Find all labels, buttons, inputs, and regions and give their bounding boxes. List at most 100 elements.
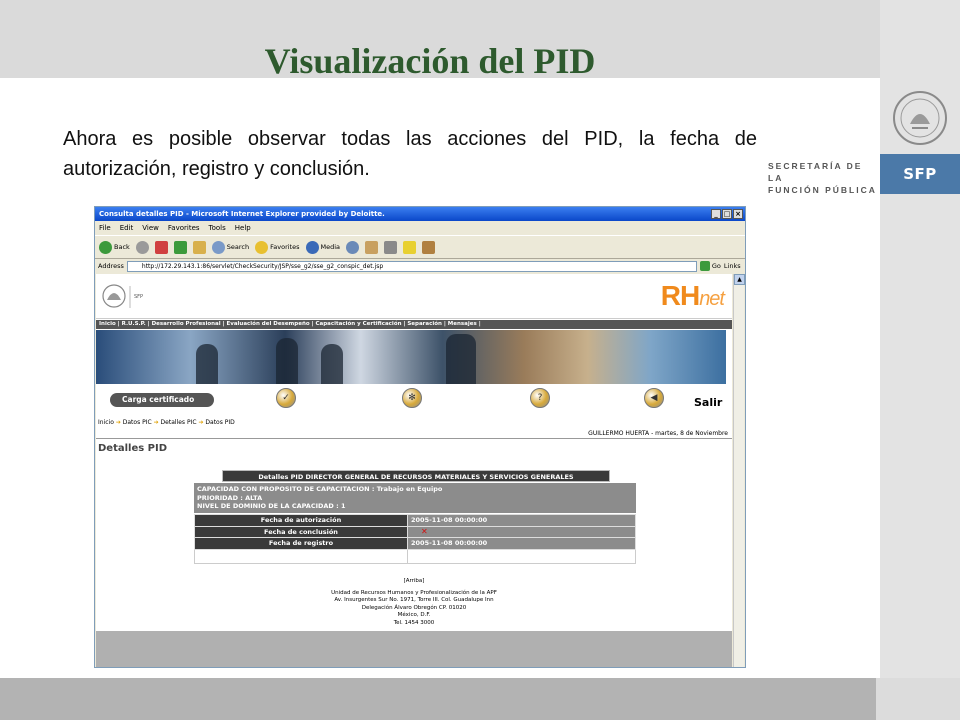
discuss-button[interactable] [422, 240, 436, 254]
page-header: SFP RHnet [96, 274, 732, 319]
home-icon [192, 240, 206, 254]
rhnet-brand: RH [660, 280, 700, 311]
svg-text:SFP: SFP [134, 294, 143, 300]
minimize-icon[interactable]: _ [711, 209, 721, 219]
capacidad-box: CAPACIDAD CON PROPOSITO DE CAPACITACION … [194, 483, 636, 513]
red-x-icon: ✕ [421, 527, 428, 537]
print-button[interactable] [384, 240, 398, 254]
address-input[interactable]: http://172.29.143.1:86/servlet/CheckSecu… [126, 260, 697, 272]
menu-view[interactable]: View [142, 221, 159, 235]
fecha-registro-value: 2005-11-08 00:00:00 [407, 537, 636, 550]
banner-image [96, 330, 726, 384]
gear-icon[interactable]: ✻ [402, 388, 422, 408]
breadcrumb-arrow-icon: ➔ [115, 419, 123, 426]
banner-figure [196, 344, 218, 384]
scroll-up-icon[interactable]: ▲ [734, 274, 745, 285]
print-icon [384, 240, 398, 254]
breadcrumb: Inicio ➔ Datos PIC ➔ Detalles PIC ➔ Dato… [98, 419, 235, 426]
refresh-icon [173, 240, 187, 254]
address-label: Address [98, 262, 124, 270]
fecha-registro-label: Fecha de registro [194, 537, 408, 550]
go-label: Go [711, 262, 721, 270]
table-row [194, 548, 636, 564]
links-label[interactable]: Links [724, 262, 741, 270]
exit-icon[interactable]: ◀ [644, 388, 664, 408]
discuss-icon [422, 240, 436, 254]
home-button[interactable] [192, 240, 206, 254]
media-button[interactable]: Media [305, 240, 341, 254]
media-icon [305, 240, 319, 254]
favorites-label: Favorites [270, 243, 300, 251]
slide-body: Ahora es posible observar todas las acci… [63, 128, 757, 180]
org-name: SECRETARÍA DE LA FUNCIÓN PÚBLICA [768, 160, 878, 196]
menu-edit[interactable]: Edit [120, 221, 134, 235]
sfp-logo-icon: SFP [102, 284, 143, 308]
footer-line: Unidad de Recursos Humanos y Profesional… [331, 589, 497, 596]
search-label: Search [226, 243, 250, 251]
window-titlebar: Consulta detalles PID - Microsoft Intern… [95, 207, 745, 221]
org-name-line2: FUNCIÓN PÚBLICA [768, 185, 877, 195]
breadcrumb-datos-pic[interactable]: Datos PIC [123, 419, 152, 426]
mail-icon [365, 240, 379, 254]
check-icon[interactable]: ✓ [276, 388, 296, 408]
browser-window: Consulta detalles PID - Microsoft Intern… [94, 206, 746, 668]
back-label: Back [114, 243, 130, 251]
stop-button[interactable] [154, 240, 168, 254]
banner-figure [276, 338, 298, 384]
stop-icon [154, 240, 168, 254]
edit-button[interactable] [403, 240, 417, 254]
sfp-badge: SFP [880, 154, 960, 194]
maximize-icon[interactable]: □ [722, 209, 732, 219]
rhnet-suffix: net [699, 288, 725, 310]
refresh-button[interactable] [173, 240, 187, 254]
prioridad-line: PRIORIDAD : ALTA [197, 493, 263, 502]
search-icon [211, 240, 225, 254]
go-button[interactable]: Go [699, 261, 721, 271]
vertical-scrollbar[interactable]: ▲ [733, 274, 745, 667]
footer-line: México, D.F. [397, 612, 431, 618]
table-row: Fecha de autorización 2005-11-08 00:00:0… [194, 514, 636, 527]
capacidad-line: CAPACIDAD CON PROPOSITO DE CAPACITACION … [197, 485, 443, 493]
empty-cell [407, 548, 636, 564]
banner-figure [321, 344, 343, 384]
menu-favorites[interactable]: Favorites [168, 221, 200, 235]
rhnet-logo: RHnet [660, 280, 725, 312]
org-name-line1: SECRETARÍA DE LA [768, 161, 863, 183]
breadcrumb-inicio[interactable]: Inicio [98, 419, 114, 426]
browser-toolbar: Back Search Favorites Media [95, 235, 745, 259]
menu-tools[interactable]: Tools [209, 221, 226, 235]
page-footer: [Arriba] Unidad de Recursos Humanos y Pr… [96, 578, 732, 627]
details-table: Fecha de autorización 2005-11-08 00:00:0… [194, 514, 636, 564]
salir-link[interactable]: Salir [694, 396, 722, 409]
forward-arrow-icon [135, 240, 149, 254]
carga-certificado-button[interactable]: Carga certificado [110, 393, 214, 407]
mail-button[interactable] [365, 240, 379, 254]
breadcrumb-arrow-icon: ➔ [153, 419, 161, 426]
arriba-link[interactable]: [Arriba] [96, 578, 732, 586]
footer-line: Delegación Álvaro Obregón CP. 01020 [361, 604, 467, 611]
search-button[interactable]: Search [211, 240, 250, 254]
media-label: Media [320, 243, 341, 251]
site-nav[interactable]: Inicio | R.U.S.P. | Desarrollo Profesion… [96, 320, 732, 329]
table-row: Fecha de registro 2005-11-08 00:00:00 [194, 537, 636, 550]
empty-cell [194, 548, 408, 564]
help-icon[interactable]: ? [530, 388, 550, 408]
menu-help[interactable]: Help [235, 221, 251, 235]
close-icon[interactable]: × [733, 209, 743, 219]
address-bar: Address http://172.29.143.1:86/servlet/C… [95, 259, 745, 273]
footer-line: Tel. 1454 3000 [393, 619, 435, 626]
forward-button[interactable] [135, 240, 149, 254]
details-title: Detalles PID DIRECTOR GENERAL DE RECURSO… [222, 470, 610, 482]
fecha-conclusion-value: ✕ [407, 525, 636, 538]
bottom-band [0, 678, 876, 720]
table-row: Fecha de conclusión ✕ [194, 525, 636, 538]
page-viewport: SFP RHnet Inicio | R.U.S.P. | Desarrollo… [96, 274, 732, 667]
back-button[interactable]: Back [99, 240, 130, 254]
menu-file[interactable]: File [99, 221, 111, 235]
fecha-autorizacion-label: Fecha de autorización [194, 514, 408, 527]
favorites-button[interactable]: Favorites [255, 240, 300, 254]
breadcrumb-datos-pid[interactable]: Datos PID [205, 419, 234, 426]
bottom-band-right [876, 678, 960, 720]
history-button[interactable] [346, 240, 360, 254]
breadcrumb-detalles-pic[interactable]: Detalles PIC [161, 419, 197, 426]
